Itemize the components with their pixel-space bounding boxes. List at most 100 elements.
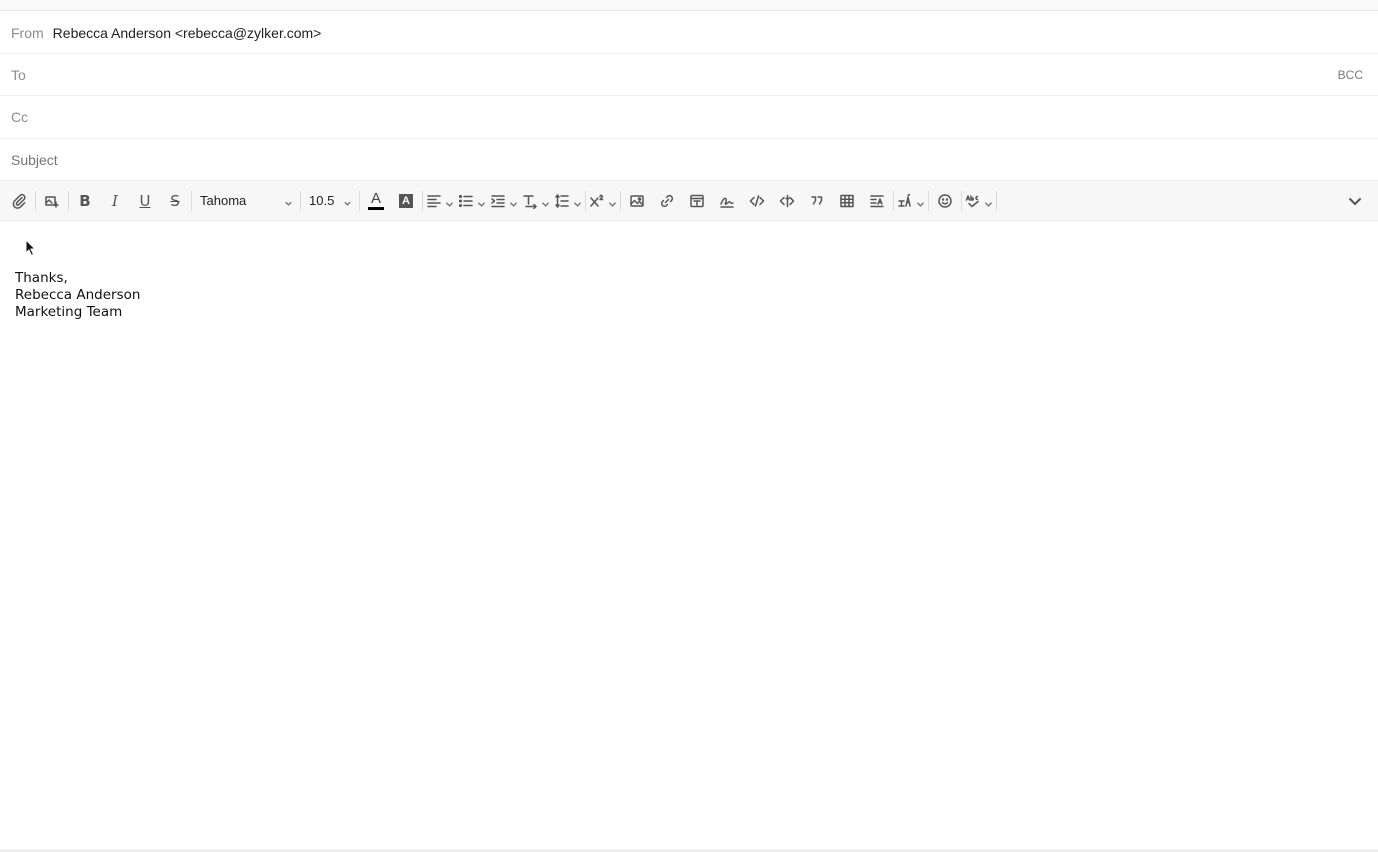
paragraph-format-icon <box>870 194 884 207</box>
cc-input[interactable] <box>28 96 1378 138</box>
toolbar-separator <box>191 190 192 211</box>
html-icon <box>779 194 795 207</box>
toolbar-separator <box>68 190 69 211</box>
collapse-toolbar-button[interactable] <box>1340 187 1370 215</box>
cc-row: Cc <box>0 96 1378 139</box>
spellcheck-icon <box>965 194 979 207</box>
template-button[interactable] <box>682 187 712 215</box>
attach-icon <box>12 193 26 209</box>
italic-button[interactable]: I <box>100 187 130 215</box>
toolbar-separator <box>893 190 894 211</box>
toolbar-separator <box>300 190 301 211</box>
font-size-value: 10.5 <box>309 193 335 208</box>
code-button[interactable] <box>742 187 772 215</box>
code-icon <box>749 194 765 207</box>
font-family-select[interactable]: Tahoma <box>193 187 299 215</box>
signature-button[interactable] <box>712 187 742 215</box>
insert-link-button[interactable] <box>652 187 682 215</box>
indent-button[interactable] <box>488 187 520 215</box>
chevron-down-icon <box>284 196 293 206</box>
insert-from-cloud-button[interactable] <box>37 187 67 215</box>
table-icon <box>840 194 854 207</box>
toolbar-separator <box>996 190 997 211</box>
emoji-button[interactable] <box>930 187 960 215</box>
align-button[interactable] <box>424 187 456 215</box>
template-icon <box>690 194 704 207</box>
text-direction-icon <box>523 194 537 209</box>
font-family-value: Tahoma <box>200 193 247 208</box>
subject-row <box>0 139 1378 180</box>
superscript-button[interactable] <box>587 187 619 215</box>
collapse-toolbar-icon <box>1349 197 1361 205</box>
text-direction-button[interactable] <box>520 187 552 215</box>
cc-label: Cc <box>11 109 29 125</box>
from-row: From Rebecca Anderson <rebecca@zylker.co… <box>0 12 1378 54</box>
toolbar-separator <box>928 190 929 211</box>
highlight-button[interactable]: A <box>391 187 421 215</box>
table-button[interactable] <box>832 187 862 215</box>
chevron-down-icon <box>916 196 925 207</box>
mouse-cursor-icon <box>25 239 37 257</box>
list-button[interactable] <box>456 187 488 215</box>
underline-icon: U <box>139 191 151 210</box>
emoji-icon <box>938 193 952 208</box>
signature-line-team: Marketing Team <box>15 304 123 320</box>
list-icon <box>458 194 473 207</box>
insert-image-button[interactable] <box>622 187 652 215</box>
chevron-down-icon <box>984 196 993 207</box>
clear-format-icon <box>898 193 911 207</box>
chevron-down-icon <box>509 196 518 207</box>
toolbar-separator <box>35 190 36 211</box>
strikethrough-button[interactable]: S <box>160 187 190 215</box>
chevron-down-icon <box>445 196 454 207</box>
bold-button[interactable]: B <box>70 187 100 215</box>
to-row: To BCC <box>0 54 1378 96</box>
from-address[interactable]: Rebecca Anderson <rebecca@zylker.com> <box>53 25 322 41</box>
from-label: From <box>11 24 44 41</box>
chevron-down-icon <box>343 196 352 206</box>
indent-icon <box>491 194 505 207</box>
spellcheck-button[interactable] <box>963 187 995 215</box>
quote-icon <box>811 195 823 205</box>
signature-line-closing: Thanks, <box>15 270 68 286</box>
strikethrough-icon: S <box>170 191 180 210</box>
message-body-editor[interactable]: Thanks, Rebecca Anderson Marketing Team <box>0 221 1378 850</box>
font-size-select[interactable]: 10.5 <box>302 187 358 215</box>
insert-link-icon <box>660 194 674 207</box>
toolbar-separator <box>961 190 962 211</box>
toolbar-separator <box>620 190 621 211</box>
chevron-down-icon <box>477 196 486 207</box>
formatting-toolbar: B I U S Tahoma 10.5 A A <box>0 180 1378 221</box>
font-color-button[interactable]: A <box>361 187 391 215</box>
toolbar-separator <box>585 190 586 211</box>
to-input[interactable] <box>25 54 1338 95</box>
signature-icon <box>720 197 734 208</box>
font-color-swatch <box>368 207 384 210</box>
quote-button[interactable] <box>802 187 832 215</box>
superscript-icon <box>590 194 604 207</box>
font-color-icon: A <box>368 191 384 210</box>
subject-input[interactable] <box>0 139 1378 180</box>
chevron-down-icon <box>608 196 617 207</box>
line-height-icon <box>555 193 569 208</box>
italic-icon: I <box>112 191 118 210</box>
window-top-strip <box>0 0 1378 11</box>
bcc-link[interactable]: BCC <box>1338 68 1378 82</box>
chevron-down-icon <box>541 196 550 207</box>
paragraph-format-button[interactable] <box>862 187 892 215</box>
align-icon <box>427 194 441 207</box>
to-label: To <box>11 66 26 83</box>
chevron-down-icon <box>573 196 582 207</box>
underline-button[interactable]: U <box>130 187 160 215</box>
toolbar-separator <box>359 190 360 211</box>
bold-icon: B <box>79 191 91 210</box>
insert-from-cloud-icon <box>45 195 59 208</box>
line-height-button[interactable] <box>552 187 584 215</box>
toolbar-separator <box>422 190 423 211</box>
highlight-icon: A <box>399 193 413 208</box>
html-button[interactable] <box>772 187 802 215</box>
attach-button[interactable] <box>4 187 34 215</box>
clear-format-button[interactable] <box>895 187 927 215</box>
signature-line-name: Rebecca Anderson <box>15 287 141 303</box>
insert-image-icon <box>630 194 644 207</box>
